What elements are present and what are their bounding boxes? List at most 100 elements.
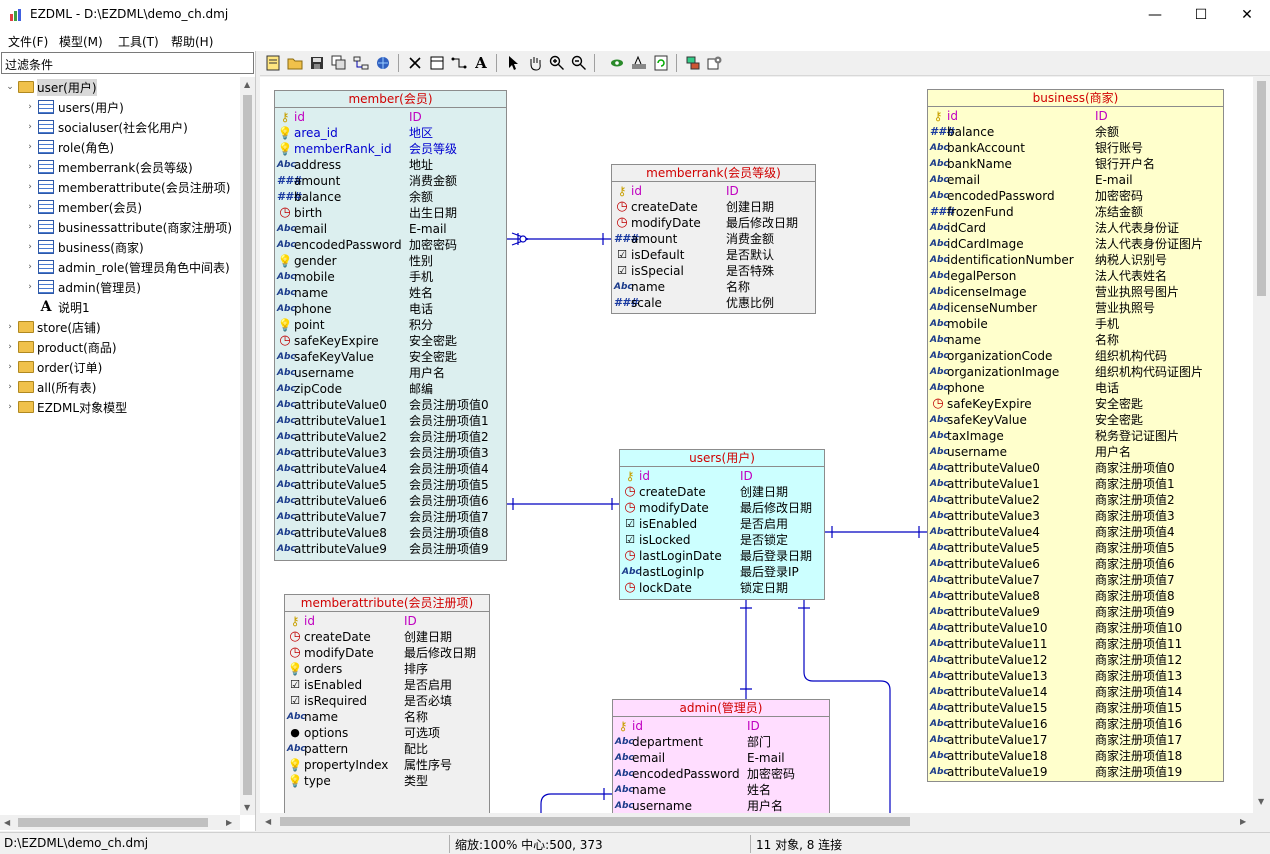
field-row[interactable]: ☑ isEnabled 是否启用 xyxy=(620,516,824,532)
field-row[interactable]: ◷ modifyDate 最后修改日期 xyxy=(620,500,824,516)
field-row[interactable]: Abc organizationCode 组织机构代码 xyxy=(928,348,1223,364)
tree-table-item[interactable]: › memberrank(会员等级) xyxy=(24,157,193,177)
field-row[interactable]: Abc attributeValue11 商家注册项值11 xyxy=(928,636,1223,652)
tree-folder-item[interactable]: › product(商品) xyxy=(4,337,116,357)
tree-table-item[interactable]: › memberattribute(会员注册项) xyxy=(24,177,230,197)
field-row[interactable]: Abc lastLoginIp 最后登录IP xyxy=(620,564,824,580)
pointer-icon[interactable] xyxy=(504,54,522,72)
field-row[interactable]: Abc encodedPassword 加密密码 xyxy=(275,237,506,253)
field-row[interactable]: ☑ isLocked 是否锁定 xyxy=(620,532,824,548)
field-row[interactable]: ◷ modifyDate 最后修改日期 xyxy=(612,215,815,231)
field-row[interactable]: ◷ birth 出生日期 xyxy=(275,205,506,221)
field-row[interactable]: Abc attributeValue12 商家注册项值12 xyxy=(928,652,1223,668)
field-row[interactable]: Abc safeKeyValue 安全密匙 xyxy=(275,349,506,365)
export-globe-icon[interactable] xyxy=(374,54,392,72)
tree-hscroll-thumb[interactable] xyxy=(18,818,208,827)
expand-chevron-icon[interactable]: ⌄ xyxy=(4,82,16,92)
field-row[interactable]: Abc attributeValue1 商家注册项值1 xyxy=(928,476,1223,492)
field-row[interactable]: Abc email E-mail xyxy=(613,750,829,766)
expand-chevron-icon[interactable]: › xyxy=(4,382,16,392)
field-row[interactable]: Abc name 名称 xyxy=(612,279,815,295)
field-row[interactable]: Abc username 用户名 xyxy=(275,365,506,381)
expand-chevron-icon[interactable]: › xyxy=(24,182,36,192)
field-row[interactable]: Abc phone 电话 xyxy=(275,301,506,317)
field-row[interactable]: Abc attributeValue4 会员注册项值4 xyxy=(275,461,506,477)
expand-chevron-icon[interactable]: › xyxy=(24,202,36,212)
hand-pan-icon[interactable] xyxy=(526,54,544,72)
field-row[interactable]: Abc attributeValue2 商家注册项值2 xyxy=(928,492,1223,508)
field-row[interactable]: Abc attributeValue9 会员注册项值9 xyxy=(275,541,506,557)
save-icon[interactable] xyxy=(308,54,326,72)
field-row[interactable]: Abc licenseImage 营业执照号图片 xyxy=(928,284,1223,300)
field-row[interactable]: Abc attributeValue7 会员注册项值7 xyxy=(275,509,506,525)
field-row[interactable]: ⚷ id ID xyxy=(928,108,1223,124)
field-row[interactable]: Abc name 名称 xyxy=(285,709,489,725)
field-row[interactable]: ⚷ id ID xyxy=(285,613,489,629)
field-row[interactable]: Abc email E-mail xyxy=(275,221,506,237)
field-row[interactable]: Abc attributeValue8 会员注册项值8 xyxy=(275,525,506,541)
field-row[interactable]: ☑ isEnabled 是否启用 xyxy=(285,677,489,693)
field-row[interactable]: ◷ createDate 创建日期 xyxy=(285,629,489,645)
field-row[interactable]: 💡 area_id 地区 xyxy=(275,125,506,141)
tree-horizontal-scrollbar[interactable]: ◀ ▶ xyxy=(0,815,240,830)
entity-memberattribute[interactable]: memberattribute(会员注册项) ⚷ id ID ◷ createDate 创建… xyxy=(284,594,490,813)
field-row[interactable]: Abc attributeValue9 商家注册项值9 xyxy=(928,604,1223,620)
tree-label-item[interactable]: A 说明1 xyxy=(24,297,90,317)
field-row[interactable]: Abc attributeValue19 商家注册项值19 xyxy=(928,764,1223,780)
field-row[interactable]: Abc licenseNumber 营业执照号 xyxy=(928,300,1223,316)
field-row[interactable]: Abc organizationImage 组织机构代码证图片 xyxy=(928,364,1223,380)
field-row[interactable]: Abc bankName 银行开户名 xyxy=(928,156,1223,172)
tree-vertical-scrollbar[interactable]: ▲ ▼ xyxy=(240,77,255,815)
delete-icon[interactable] xyxy=(406,54,424,72)
canvas-vscroll-thumb[interactable] xyxy=(1257,81,1266,296)
new-file-icon[interactable] xyxy=(264,54,282,72)
field-row[interactable]: Abc attributeValue13 商家注册项值13 xyxy=(928,668,1223,684)
import-database-icon[interactable] xyxy=(684,54,702,72)
field-row[interactable]: Abc attributeValue0 会员注册项值0 xyxy=(275,397,506,413)
scroll-right-icon[interactable]: ▶ xyxy=(226,818,232,827)
expand-chevron-icon[interactable]: › xyxy=(4,402,16,412)
field-row[interactable]: 💡 propertyIndex 属性序号 xyxy=(285,757,489,773)
field-row[interactable]: ☑ isDefault 是否默认 xyxy=(612,247,815,263)
expand-chevron-icon[interactable]: › xyxy=(24,222,36,232)
field-row[interactable]: Abc address 地址 xyxy=(275,157,506,173)
zoom-in-icon[interactable] xyxy=(548,54,566,72)
field-row[interactable]: Abc department 部门 xyxy=(613,734,829,750)
tree-folder-user[interactable]: ⌄ user(用户) xyxy=(4,77,97,97)
field-row[interactable]: Abc legalPerson 法人代表姓名 xyxy=(928,268,1223,284)
tree-table-item[interactable]: › businessattribute(商家注册项) xyxy=(24,217,232,237)
field-row[interactable]: ⚷ id ID xyxy=(612,183,815,199)
field-row[interactable]: Abc attributeValue17 商家注册项值17 xyxy=(928,732,1223,748)
link-admin-admin-role[interactable] xyxy=(540,793,612,813)
expand-chevron-icon[interactable]: › xyxy=(24,122,36,132)
field-row[interactable]: Abc attributeValue7 商家注册项值7 xyxy=(928,572,1223,588)
tree-folder-item[interactable]: › all(所有表) xyxy=(4,377,96,397)
tree-folder-item[interactable]: › store(店铺) xyxy=(4,317,101,337)
field-row[interactable]: Abc attributeValue10 商家注册项值10 xyxy=(928,620,1223,636)
view-eye-icon[interactable] xyxy=(608,54,626,72)
field-row[interactable]: Abc taxImage 税务登记证图片 xyxy=(928,428,1223,444)
field-row[interactable]: ◷ safeKeyExpire 安全密匙 xyxy=(928,396,1223,412)
field-row[interactable]: Abc attributeValue6 会员注册项值6 xyxy=(275,493,506,509)
tree-table-item[interactable]: › business(商家) xyxy=(24,237,144,257)
maximize-button[interactable]: ☐ xyxy=(1178,0,1224,30)
minimize-button[interactable]: — xyxy=(1132,0,1178,30)
field-row[interactable]: ◷ createDate 创建日期 xyxy=(620,484,824,500)
expand-chevron-icon[interactable]: › xyxy=(24,142,36,152)
tree-table-item[interactable]: › member(会员) xyxy=(24,197,142,217)
layout-icon[interactable] xyxy=(352,54,370,72)
tree-vscroll-thumb[interactable] xyxy=(243,95,252,795)
field-row[interactable]: ◷ lastLoginDate 最后登录日期 xyxy=(620,548,824,564)
field-row[interactable]: Abc idCard 法人代表身份证 xyxy=(928,220,1223,236)
field-row[interactable]: Abc name 姓名 xyxy=(275,285,506,301)
field-row[interactable]: Abc mobile 手机 xyxy=(928,316,1223,332)
field-row[interactable]: ⚷ id ID xyxy=(275,109,506,125)
filter-input[interactable]: 过滤条件 xyxy=(1,52,254,74)
field-row[interactable]: Abc attributeValue3 商家注册项值3 xyxy=(928,508,1223,524)
field-row[interactable]: Abc bankAccount 银行账号 xyxy=(928,140,1223,156)
field-row[interactable]: Abc identificationNumber 纳税人识别号 xyxy=(928,252,1223,268)
field-row[interactable]: Abc encodedPassword 加密密码 xyxy=(613,766,829,782)
field-row[interactable]: Abc encodedPassword 加密密码 xyxy=(928,188,1223,204)
field-row[interactable]: Abc attributeValue18 商家注册项值18 xyxy=(928,748,1223,764)
field-row[interactable]: Abc name 姓名 xyxy=(613,782,829,798)
